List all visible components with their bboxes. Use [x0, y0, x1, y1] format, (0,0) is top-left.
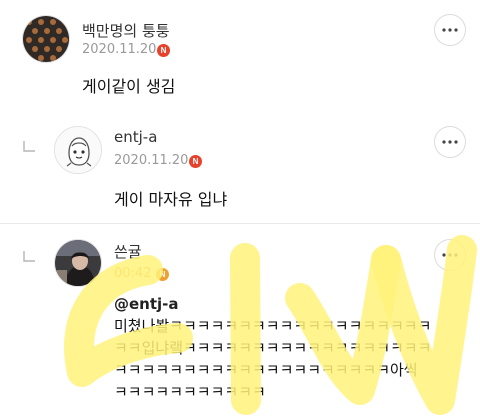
comment-text: 게이같이 생김 — [82, 77, 176, 96]
more-options-button[interactable] — [434, 14, 466, 46]
new-badge: N — [157, 44, 170, 57]
comment-line: 미쳤나봘ㅋㅋㅋㅋㅋㅋㅋㅋㅋㅋㅋㅋㅋㅋㅋㅋㅋㅋㅋ — [114, 317, 432, 335]
reply-item: entj-a 2020.11.20 N 게이 마자유 입냐 — [0, 116, 480, 223]
new-badge: N — [189, 155, 202, 168]
comment-text: 게이 마자유 입냐 — [114, 190, 228, 209]
character-avatar-icon — [55, 127, 101, 173]
comment-line: ㅋㅋ입냐랰ㅋㅋㅋㅋㅋㅋㅋㅋㅋㅋㅋㅋㅋㅋㅋㅋㅋㅋ — [114, 339, 432, 357]
pattern-avatar-icon — [23, 16, 69, 62]
comment-date: 2020.11.20 — [82, 42, 157, 57]
comment-text: 미쳤나봘ㅋㅋㅋㅋㅋㅋㅋㅋㅋㅋㅋㅋㅋㅋㅋㅋㅋㅋㅋ ㅋㅋ입냐랰ㅋㅋㅋㅋㅋㅋㅋㅋㅋㅋㅋ… — [114, 315, 470, 403]
comment-time: 00:42 — [114, 266, 152, 281]
more-options-button[interactable] — [434, 239, 466, 271]
comment-author[interactable]: entj-a — [114, 128, 157, 146]
more-dots-icon — [442, 140, 458, 144]
photo-avatar-icon — [55, 240, 101, 286]
more-dots-icon — [442, 28, 458, 32]
mention-link[interactable]: @entj-a — [114, 295, 179, 313]
avatar[interactable] — [22, 15, 70, 63]
comment-author[interactable]: 쓴귤 — [114, 241, 142, 262]
more-dots-icon — [442, 253, 458, 257]
reply-item: 쓴귤 00:42 N @entj-a 미쳤나봘ㅋㅋㅋㅋㅋㅋㅋㅋㅋㅋㅋㅋㅋㅋㅋㅋㅋ… — [0, 223, 480, 420]
comment-date: 2020.11.20 — [114, 153, 189, 168]
avatar[interactable] — [54, 239, 102, 287]
comment-line: ㅋㅋㅋㅋㅋㅋㅋㅋㅋㅋㅋ — [114, 383, 266, 401]
more-options-button[interactable] — [434, 126, 466, 158]
comment-line: ㅋㅋㅋㅋㅋㅋㅋㅋㅋㅋㅋㅋㅋㅋㅋㅋㅋㅋㅋㅋ아씩 — [114, 361, 418, 379]
reply-arrow-icon — [23, 251, 35, 262]
avatar[interactable] — [54, 126, 102, 174]
new-badge: N — [156, 268, 169, 281]
reply-arrow-icon — [23, 141, 35, 152]
comment-author[interactable]: 백만명의 퉁퉁 — [82, 20, 170, 41]
comment-item: 백만명의 퉁퉁 2020.11.20 N 게이같이 생김 — [0, 0, 480, 116]
